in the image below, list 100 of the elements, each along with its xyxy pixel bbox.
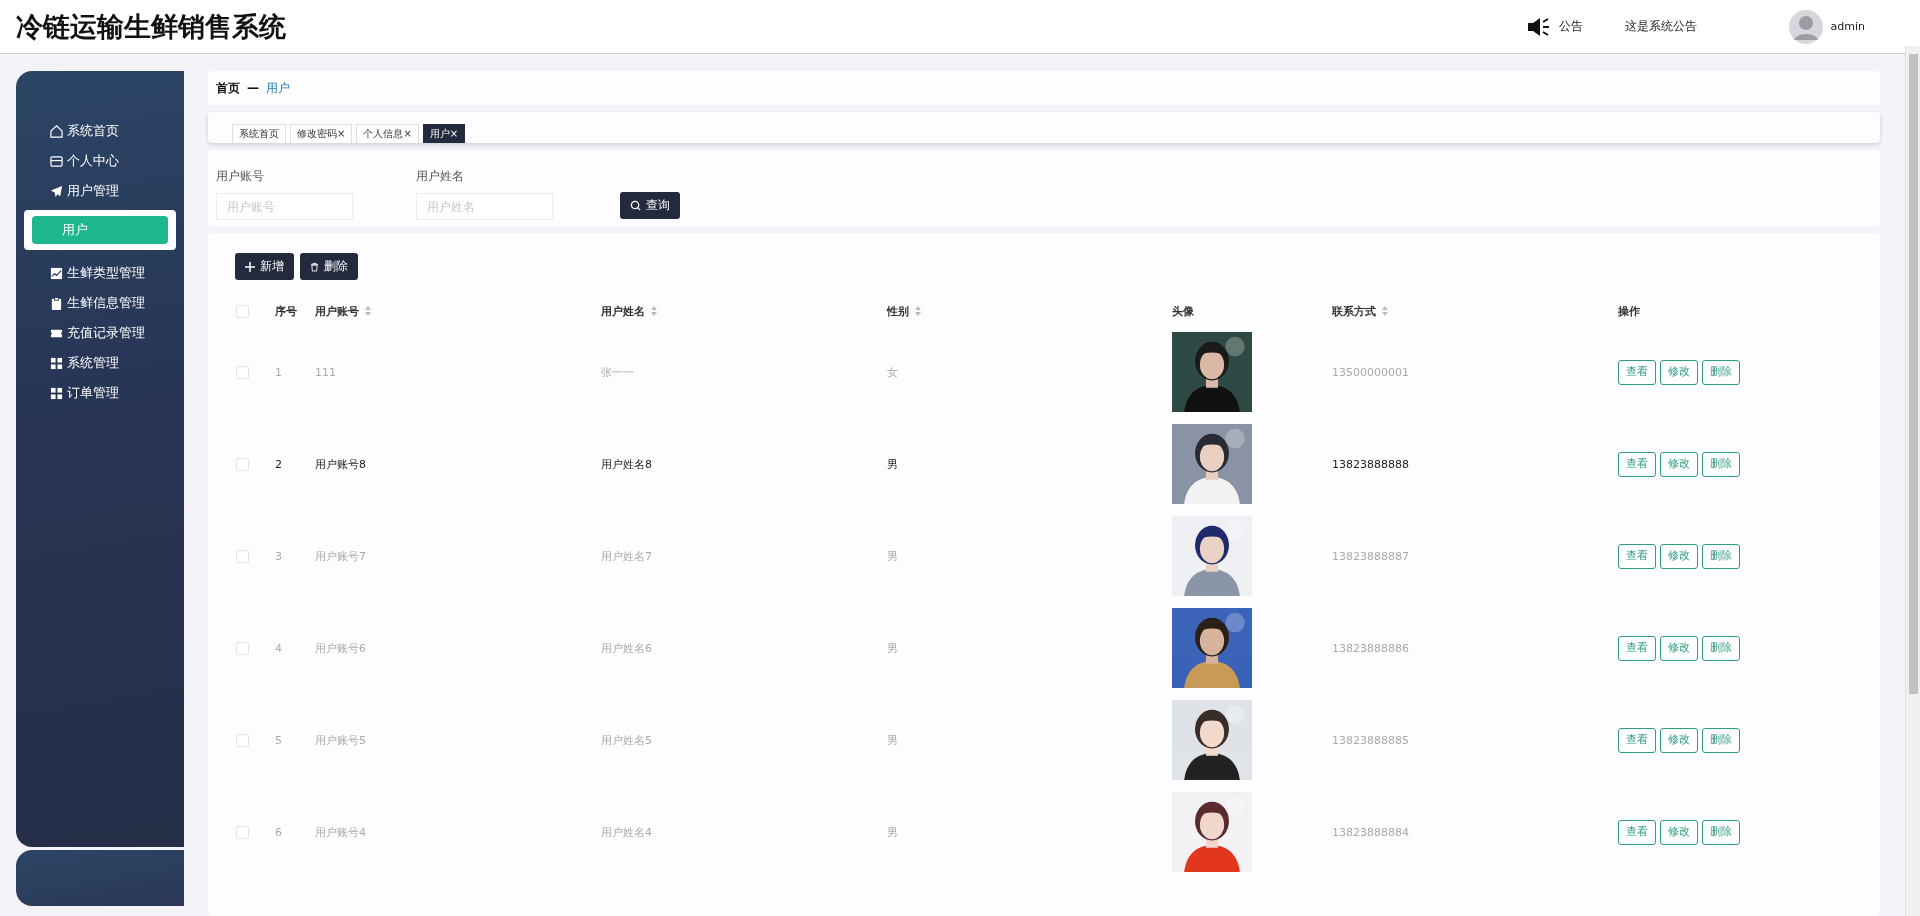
table-cell: 女 [887,364,898,380]
edit-button[interactable]: 修改 [1660,359,1698,385]
breadcrumb-current: 用户 [266,79,290,97]
table-cell: 4 [275,641,282,655]
grid-icon [50,386,63,400]
view-button[interactable]: 查看 [1618,819,1656,845]
edit-button[interactable]: 修改 [1660,635,1698,661]
home-icon [50,124,63,138]
checkbox[interactable] [236,549,249,563]
sort-icon[interactable] [365,306,371,316]
view-button[interactable]: 查看 [1618,635,1656,661]
checkbox[interactable] [236,825,249,839]
field-label: 用户账号 [216,168,265,185]
table-cell: 用户账号5 [315,732,366,748]
tab[interactable]: 个人信息× [356,124,419,143]
edit-button[interactable]: 修改 [1660,543,1698,569]
table-cell: 13823888888 [1332,457,1409,471]
menu-item[interactable]: 用户管理 [16,176,184,206]
table-cell: 用户姓名8 [601,456,652,472]
menu-item[interactable]: 生鲜类型管理 [16,258,184,288]
table-cell: 6 [275,825,282,839]
user-name[interactable]: admin [1830,20,1865,33]
table-cell: 13823888887 [1332,549,1409,563]
column-header: 操作 [1618,303,1640,319]
delete-button[interactable]: 删除 [1702,451,1740,477]
table-cell: 5 [275,733,282,747]
field-label: 用户姓名 [416,168,465,185]
submenu-item[interactable]: 用户 [32,216,168,244]
table-cell: 用户账号4 [315,824,366,840]
edit-button[interactable]: 修改 [1660,727,1698,753]
delete-button[interactable]: 删除 [300,253,358,280]
table-cell: 用户姓名7 [601,548,652,564]
notice-text: 这是系统公告 [1624,18,1697,35]
breadcrumb-home[interactable]: 首页 [216,79,240,97]
checkbox[interactable] [236,365,249,379]
grid-icon [50,356,63,370]
table-cell: 111 [315,365,336,379]
table-cell: 用户姓名4 [601,824,652,840]
column-header: 用户姓名 [601,303,645,319]
table-cell: 13823888884 [1332,825,1409,839]
edit-button[interactable]: 修改 [1660,451,1698,477]
table-cell: 13500000001 [1332,365,1409,379]
sort-icon[interactable] [651,306,657,316]
menu-item[interactable]: 生鲜信息管理 [16,288,184,318]
table-cell: 男 [887,824,898,840]
table-cell: 男 [887,640,898,656]
view-button[interactable]: 查看 [1618,359,1656,385]
table-cell: 用户姓名6 [601,640,652,656]
column-header: 性别 [887,303,909,319]
column-header: 序号 [275,303,297,319]
checkbox[interactable] [236,457,249,471]
table-cell: 2 [275,457,282,471]
checkbox[interactable] [236,304,249,318]
clipboard-icon [50,296,63,310]
table-cell: 用户账号8 [315,456,366,472]
table-cell: 13823888885 [1332,733,1409,747]
search-button[interactable]: 查询 [620,192,680,219]
user-avatar-icon[interactable] [1788,9,1823,44]
table-cell: 1 [275,365,282,379]
scrollbar[interactable] [1905,46,1920,916]
tab[interactable]: 用户× [422,124,466,143]
menu-item[interactable]: 系统首页 [16,116,184,146]
view-button[interactable]: 查看 [1618,543,1656,569]
column-header: 用户账号 [315,303,359,319]
tab[interactable]: 修改密码× [290,124,353,143]
paper-plane-icon [50,184,63,198]
checkbox[interactable] [236,641,249,655]
search-icon [630,200,641,211]
chart-icon [50,266,63,280]
checkbox[interactable] [236,733,249,747]
table-cell: 用户姓名5 [601,732,652,748]
sort-icon[interactable] [915,306,921,316]
app-title: 冷链运输生鲜销售系统 [16,9,286,44]
plus-icon [245,261,255,272]
table-cell: 13823888886 [1332,641,1409,655]
edit-button[interactable]: 修改 [1660,819,1698,845]
menu-item[interactable]: 系统管理 [16,348,184,378]
table-cell: 男 [887,548,898,564]
view-button[interactable]: 查看 [1618,451,1656,477]
menu-item[interactable]: 充值记录管理 [16,318,184,348]
card-icon [50,154,63,168]
table-cell: 男 [887,456,898,472]
table-cell: 用户账号7 [315,548,366,564]
delete-button[interactable]: 删除 [1702,819,1740,845]
table-cell: 用户账号6 [315,640,366,656]
delete-button[interactable]: 删除 [1702,635,1740,661]
breadcrumb-separator: — [247,81,259,95]
table-cell: 男 [887,732,898,748]
column-header: 头像 [1172,303,1194,319]
view-button[interactable]: 查看 [1618,727,1656,753]
add-button[interactable]: 新增 [235,253,294,280]
menu-item[interactable]: 个人中心 [16,146,184,176]
sort-icon[interactable] [1382,306,1388,316]
tab[interactable]: 系统首页 [232,124,286,143]
delete-button[interactable]: 删除 [1702,727,1740,753]
menu-item[interactable]: 订单管理 [16,378,184,408]
notice-label: 公告 [1558,18,1583,35]
column-header: 联系方式 [1332,303,1376,319]
delete-button[interactable]: 删除 [1702,359,1740,385]
delete-button[interactable]: 删除 [1702,543,1740,569]
